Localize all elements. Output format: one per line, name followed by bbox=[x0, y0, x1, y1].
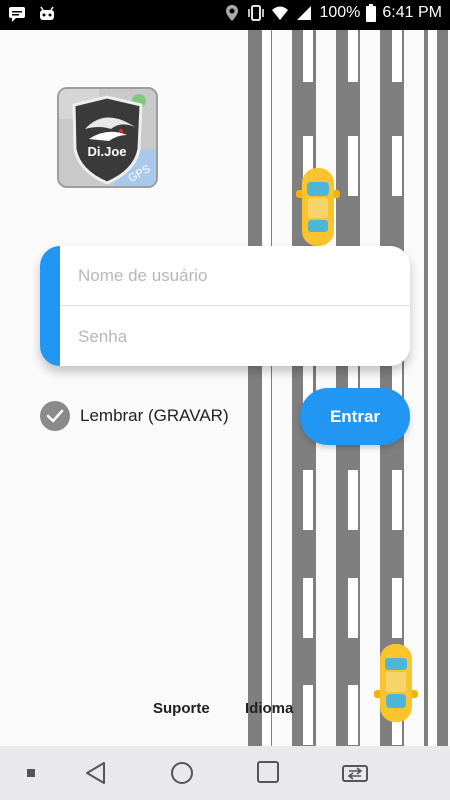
vibrate-icon bbox=[248, 5, 265, 21]
signal-icon bbox=[297, 6, 312, 20]
wifi-icon bbox=[272, 6, 289, 20]
clock: 6:41 PM bbox=[382, 4, 442, 21]
logo-text: Di.Joe bbox=[87, 144, 126, 159]
username-input[interactable] bbox=[78, 246, 410, 305]
switch-apps-icon[interactable] bbox=[341, 761, 369, 785]
battery-percent: 100% bbox=[319, 4, 361, 21]
location-icon bbox=[226, 5, 239, 21]
android-icon bbox=[40, 6, 54, 20]
login-card bbox=[40, 246, 410, 366]
message-icon bbox=[9, 7, 25, 22]
remember-checkbox[interactable]: Lembrar (GRAVAR) bbox=[40, 401, 229, 431]
password-input[interactable] bbox=[78, 307, 410, 366]
enter-button[interactable]: Entrar bbox=[300, 388, 410, 445]
language-link[interactable]: Idioma bbox=[245, 700, 293, 717]
card-accent-bar bbox=[40, 246, 60, 366]
car-icon bbox=[374, 644, 418, 722]
remember-label: Lembrar (GRAVAR) bbox=[80, 406, 229, 425]
app-logo-image: Di.Joe GPS bbox=[59, 89, 156, 186]
support-link[interactable]: Suporte bbox=[153, 700, 210, 717]
field-divider bbox=[60, 305, 410, 306]
navigation-bar bbox=[0, 746, 450, 800]
home-icon[interactable] bbox=[170, 761, 194, 785]
check-icon[interactable] bbox=[40, 401, 70, 431]
car-icon bbox=[296, 168, 340, 246]
overview-icon[interactable] bbox=[257, 761, 279, 783]
app-logo: Di.Joe GPS bbox=[57, 87, 158, 188]
battery-icon bbox=[366, 4, 377, 22]
status-bar: 100% 6:41 PM bbox=[0, 0, 450, 30]
recent-dot-icon[interactable] bbox=[27, 769, 35, 777]
back-icon[interactable] bbox=[84, 761, 106, 785]
